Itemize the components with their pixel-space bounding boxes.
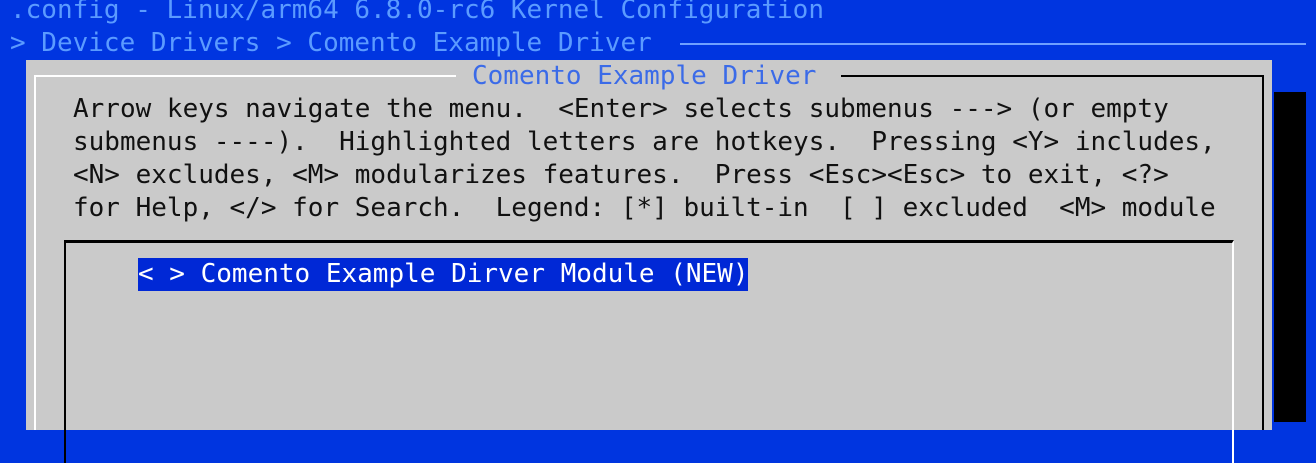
dialog-title: Comento Example Driver: [472, 61, 817, 91]
help-text-line: Arrow keys navigate the menu. <Enter> se…: [73, 94, 1169, 124]
dialog-frame-right: [1262, 75, 1264, 430]
help-text-line: submenus ----). Highlighted letters are …: [73, 127, 1216, 157]
breadcrumb-divider: [680, 43, 1306, 45]
dialog-frame-top-right: [841, 75, 1264, 77]
dialog-frame-left: [34, 75, 36, 430]
help-text-line: <N> excludes, <M> modularizes features. …: [73, 160, 1169, 190]
window-title: .config - Linux/arm64 6.8.0-rc6 Kernel C…: [10, 0, 824, 25]
help-text-line: for Help, </> for Search. Legend: [*] bu…: [73, 193, 1216, 223]
menu-dialog: Comento Example Driver Arrow keys naviga…: [26, 60, 1272, 463]
menu-item-comento-example-driver-module[interactable]: < > Comento Example Dirver Module (NEW): [138, 258, 749, 291]
breadcrumb: > Device Drivers > Comento Example Drive…: [10, 28, 652, 58]
dialog-frame-top-left: [34, 75, 456, 77]
menu-list: < > Comento Example Dirver Module (NEW): [64, 240, 1234, 463]
dialog-shadow: [1274, 92, 1306, 422]
